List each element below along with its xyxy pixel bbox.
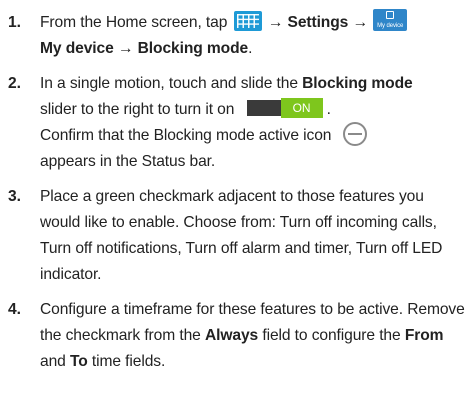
cut-off-top-line [0,0,467,8]
step-2-text: appears in the Status bar. [40,153,216,171]
step-number: 4. [8,301,21,319]
my-device-icon: My device [373,8,408,31]
step-4-text: and [40,353,66,371]
step-2-text: slider to the right to turn it on [40,101,235,118]
step-3: 3. Place a green checkmark adjacent to t… [0,184,467,288]
step-3-text: Place a green checkmark adjacent to thos… [40,188,443,284]
step-2-text: In a single motion, touch and slide the [40,75,298,92]
my-device-icon-label: My device [377,22,404,29]
step-1: 1. From the Home screen, tap → Settings … [0,8,467,62]
toggle-on-label: ON [280,97,323,118]
step-number: 1. [8,14,21,31]
from-field-label: From [404,327,444,345]
blocking-mode-label: Blocking mode [137,40,249,57]
step-4-text: field to configure the [262,327,401,345]
on-toggle-icon: ON [246,97,323,118]
always-field-label: Always [204,327,259,345]
step-number: 3. [8,188,21,206]
my-device-label: My device [40,40,114,57]
step-number: 2. [8,75,21,92]
step-2-paragraph-1: In a single motion, touch and slide the … [40,71,467,123]
step-2-paragraph-2: Confirm that the Blocking mode active ic… [40,121,467,175]
arrow: → [352,14,368,31]
instruction-steps: 1. From the Home screen, tap → Settings … [0,8,467,384]
arrow: → [267,14,284,31]
punctuation: . [326,101,331,118]
step-4: 4. Configure a timeframe for these featu… [0,297,467,375]
arrow: → [117,40,134,57]
blocking-mode-label: Blocking mode [302,75,413,92]
settings-label: Settings [287,14,349,31]
step-2-text: Confirm that the Blocking mode active ic… [40,127,332,145]
apps-grid-icon [233,10,262,31]
blocking-mode-icon [342,121,368,147]
step-2: 2. In a single motion, touch and slide t… [0,71,467,175]
to-field-label: To [69,353,88,371]
step-4-text: time fields. [91,353,166,371]
punctuation: . [248,40,253,57]
step-1-intro: From the Home screen, tap [40,14,228,31]
